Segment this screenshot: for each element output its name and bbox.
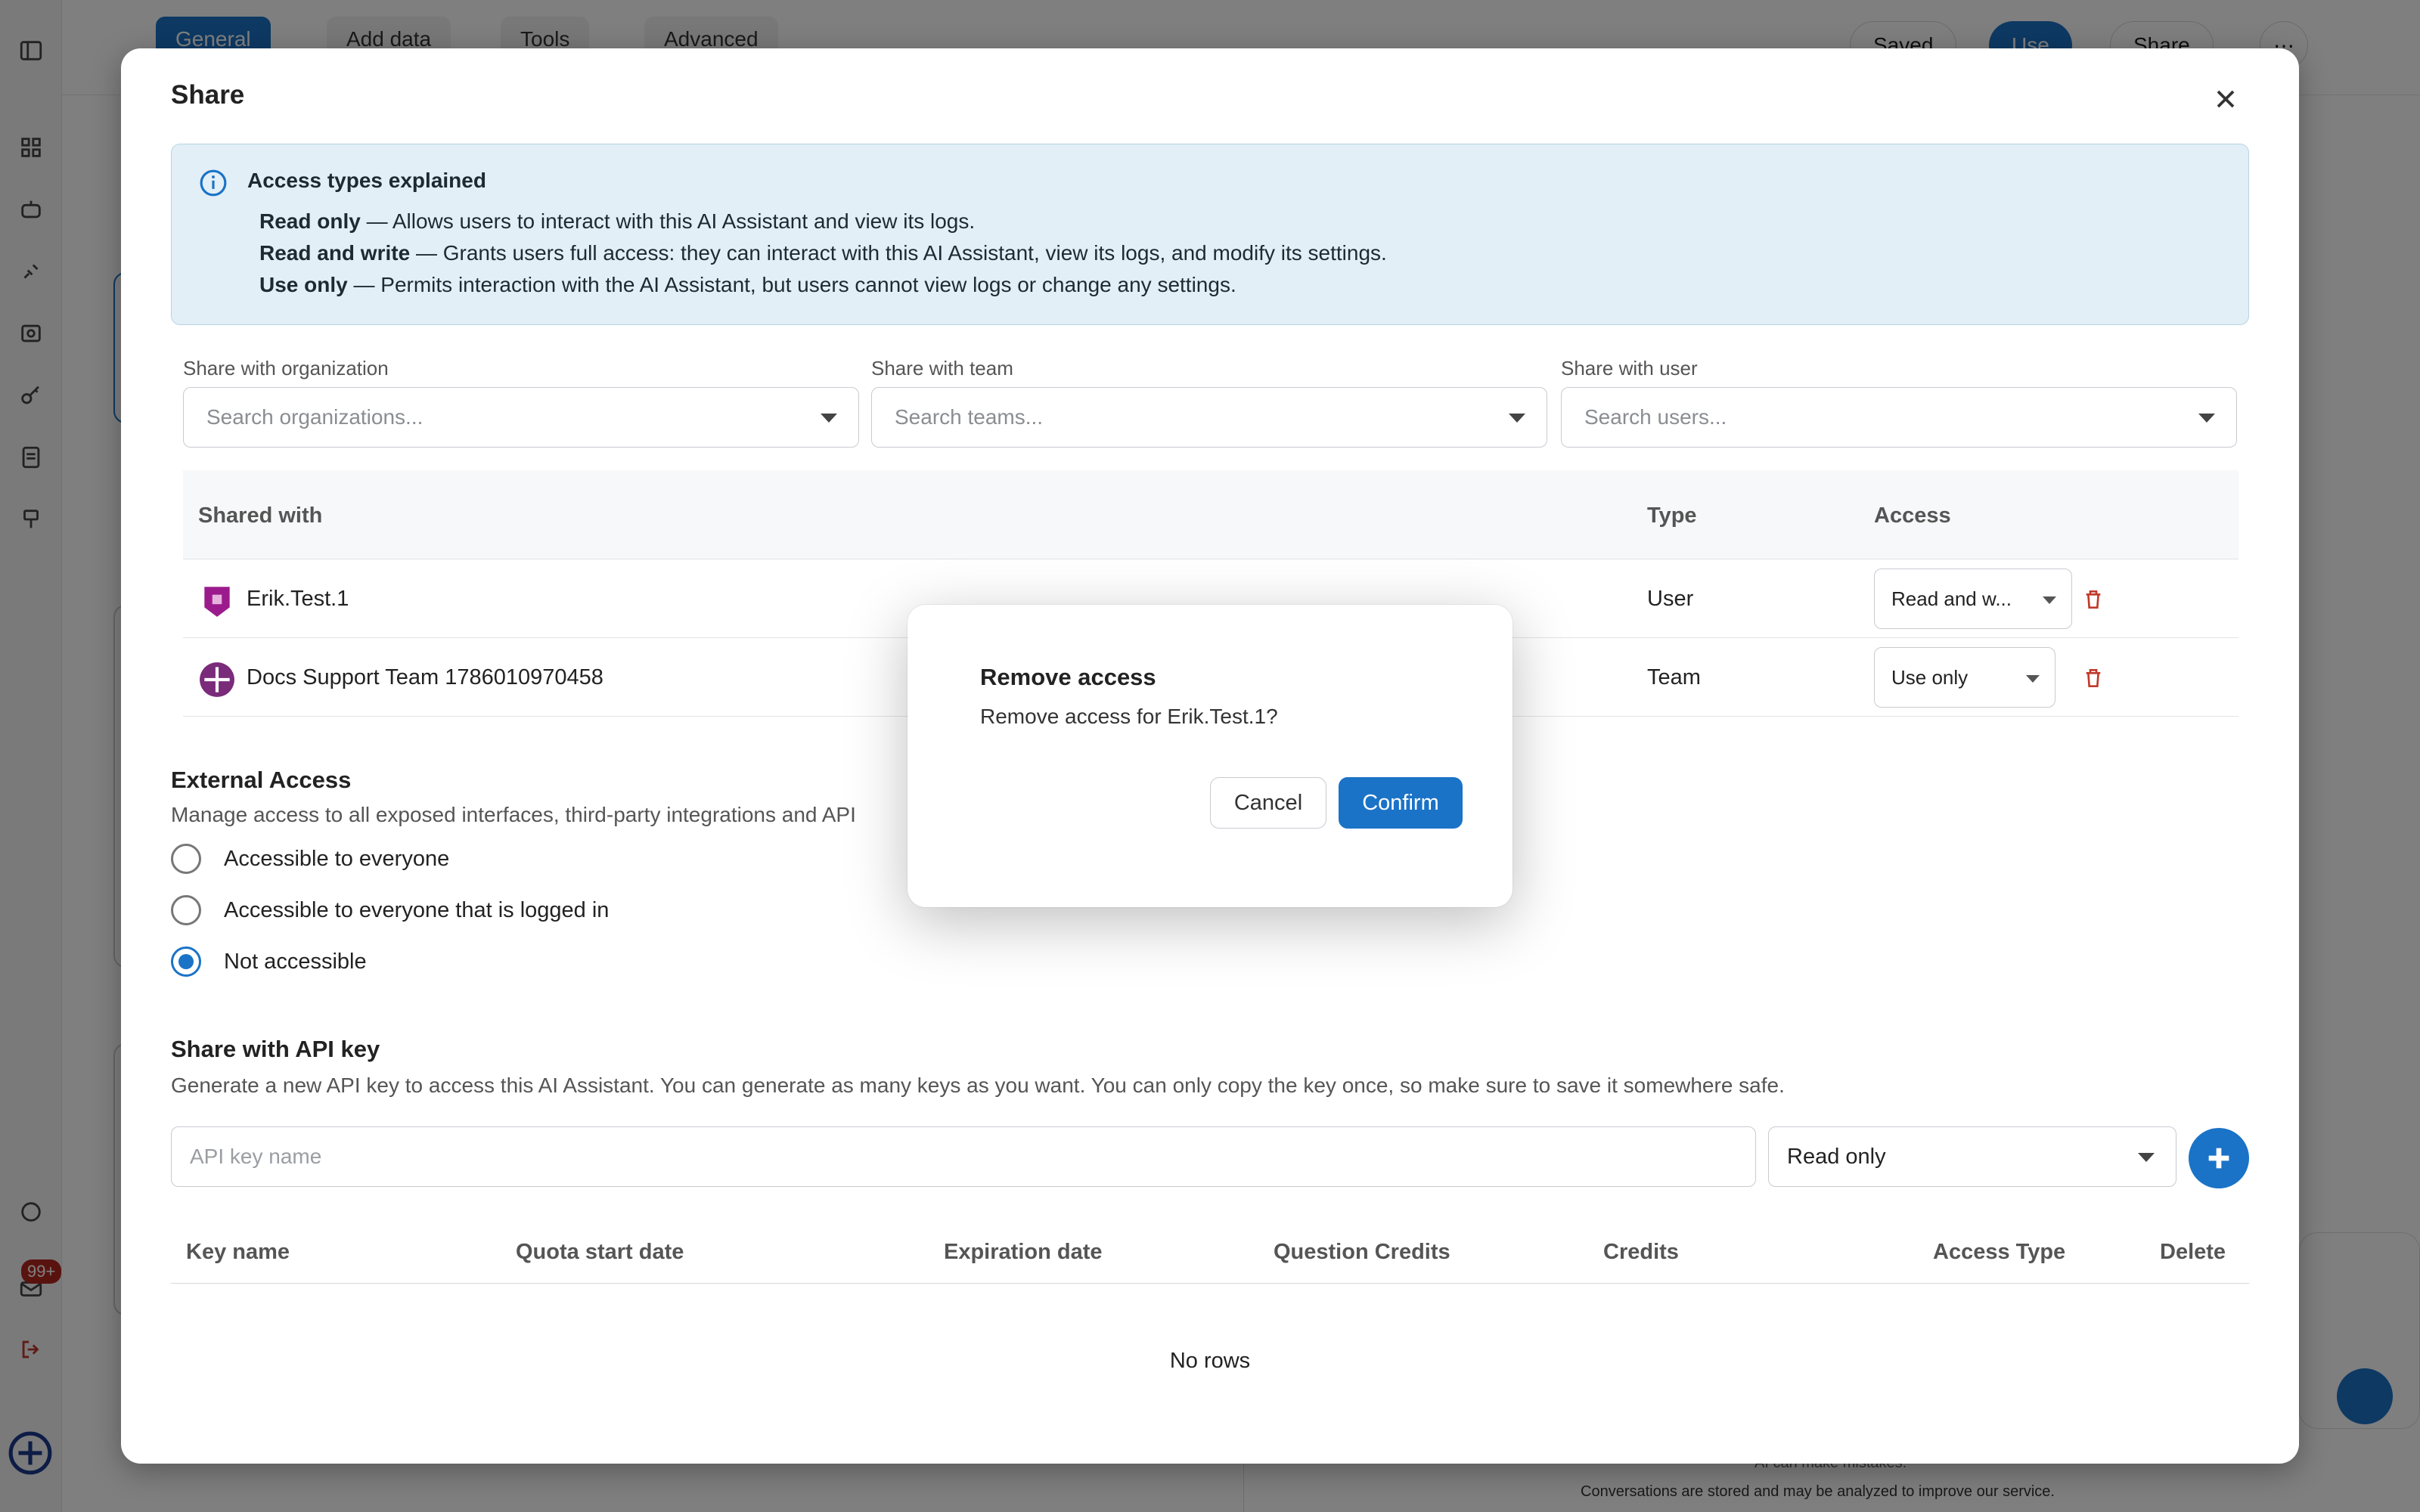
column-header-key-name: Key name (186, 1240, 290, 1264)
info-line-read-only: Read only — Allows users to interact wit… (259, 209, 976, 233)
radio-not-accessible[interactable]: Not accessible (171, 943, 367, 980)
empty-table-message: No rows (1169, 1349, 1251, 1373)
team-search-select[interactable]: Search teams... (871, 387, 1547, 448)
shared-type: Team (1647, 665, 1701, 689)
user-field-label: Share with user (1561, 357, 1698, 380)
close-button[interactable] (2207, 80, 2245, 118)
chevron-down-icon (821, 414, 837, 423)
shared-type: User (1647, 587, 1694, 611)
chevron-down-icon (2026, 675, 2040, 683)
external-access-description: Manage access to all exposed interfaces,… (171, 803, 856, 826)
radio-button[interactable] (171, 895, 201, 925)
api-key-title: Share with API key (171, 1036, 380, 1062)
column-header-question-credits: Question Credits (1274, 1240, 1450, 1264)
info-line-use-only: Use only — Permits interaction with the … (259, 273, 1236, 296)
radio-button-checked[interactable] (171, 947, 201, 977)
add-api-key-button[interactable] (2189, 1128, 2249, 1188)
cancel-button[interactable]: Cancel (1210, 777, 1326, 829)
confirm-button[interactable]: Confirm (1339, 777, 1463, 829)
access-types-info: Access types explained Read only — Allow… (171, 144, 2249, 325)
api-access-type-select[interactable]: Read only (1768, 1126, 2176, 1187)
team-avatar-icon (200, 662, 234, 697)
column-header-shared-with: Shared with (198, 503, 323, 528)
user-search-select[interactable]: Search users... (1561, 387, 2237, 448)
column-header-access: Access (1874, 503, 1951, 528)
chevron-down-icon (2043, 596, 2056, 604)
radio-accessible-to-everyone[interactable]: Accessible to everyone (171, 841, 449, 877)
access-level-select[interactable]: Use only (1874, 647, 2055, 708)
column-header-delete: Delete (2160, 1240, 2226, 1264)
chevron-down-icon (2198, 414, 2215, 423)
trash-icon[interactable] (2081, 587, 2105, 612)
column-header-type: Type (1647, 503, 1697, 528)
access-level-select[interactable]: Read and w... (1874, 569, 2072, 629)
column-header-expiration: Expiration date (944, 1240, 1103, 1264)
radio-accessible-logged-in[interactable]: Accessible to everyone that is logged in (171, 892, 609, 928)
shared-name: Erik.Test.1 (247, 587, 349, 611)
plus-icon (2208, 1148, 2229, 1169)
column-header-quota-start: Quota start date (516, 1240, 684, 1264)
organization-search-select[interactable]: Search organizations... (183, 387, 859, 448)
external-access-title: External Access (171, 767, 352, 793)
remove-access-dialog: Remove access Remove access for Erik.Tes… (908, 605, 1512, 907)
info-icon (200, 169, 227, 197)
user-avatar-icon (204, 587, 230, 617)
column-header-credits: Credits (1603, 1240, 1679, 1264)
modal-title: Share (171, 80, 245, 110)
info-line-read-write: Read and write — Grants users full acces… (259, 241, 1387, 265)
info-title: Access types explained (247, 169, 486, 192)
dialog-title: Remove access (980, 664, 1156, 690)
close-icon (2217, 90, 2235, 108)
team-field-label: Share with team (871, 357, 1013, 380)
table-header: Shared with Type Access (183, 470, 2238, 559)
api-key-description: Generate a new API key to access this AI… (171, 1074, 1785, 1097)
org-field-label: Share with organization (183, 357, 389, 380)
column-header-access-type: Access Type (1933, 1240, 2066, 1264)
radio-button[interactable] (171, 844, 201, 874)
api-keys-table-header: Key name Quota start date Expiration dat… (171, 1232, 2249, 1284)
api-key-name-input[interactable]: API key name (171, 1126, 1756, 1187)
chevron-down-icon (1509, 414, 1525, 423)
chevron-down-icon (2138, 1153, 2155, 1162)
trash-icon[interactable] (2081, 665, 2105, 691)
dialog-message: Remove access for Erik.Test.1? (980, 705, 1278, 728)
shared-name: Docs Support Team 1786010970458 (247, 665, 603, 689)
